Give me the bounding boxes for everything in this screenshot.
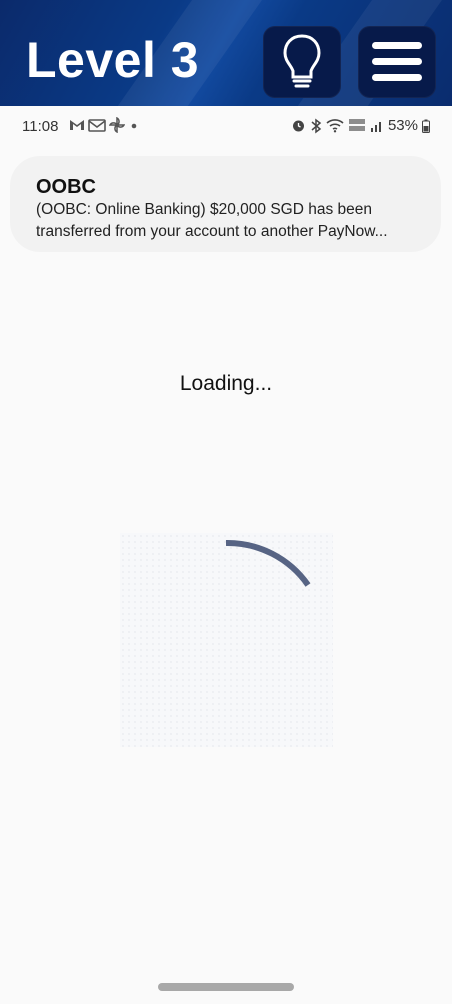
wifi-icon [326, 119, 344, 133]
bank-notification[interactable]: OOBC (OOBC: Online Banking) $20,000 SGD … [10, 156, 441, 252]
menu-button[interactable] [358, 26, 436, 98]
level-title: Level 3 [26, 32, 200, 88]
hamburger-menu-icon [372, 42, 422, 81]
battery-percentage: 53% [387, 117, 418, 134]
pinwheel-icon [109, 117, 125, 133]
game-header: Level 3 [0, 0, 452, 106]
hint-button[interactable] [263, 26, 341, 98]
lightbulb-icon [283, 34, 321, 88]
volte-icon [348, 119, 365, 131]
notification-body-line-2: transferred from your account to another… [36, 223, 388, 240]
status-icons-left [69, 117, 140, 133]
battery-icon [422, 119, 430, 133]
spinner-arc [225, 539, 311, 587]
notification-body-line-1: (OOBC: Online Banking) $20,000 SGD has b… [36, 201, 373, 218]
alarm-icon [292, 120, 304, 132]
status-icons-right: 53% [291, 117, 430, 134]
loading-text: Loading... [179, 372, 273, 395]
notification-title: OOBC [36, 176, 96, 198]
status-time: 11:08 [22, 118, 59, 135]
mail-icon [88, 119, 106, 132]
loading-spinner [120, 533, 333, 747]
gmail-icon [70, 120, 84, 130]
bluetooth-icon [311, 118, 322, 133]
home-indicator[interactable] [158, 983, 294, 991]
status-bar: 11:08 53% [0, 106, 452, 150]
dot-icon [131, 123, 137, 129]
signal-icon [370, 121, 381, 132]
